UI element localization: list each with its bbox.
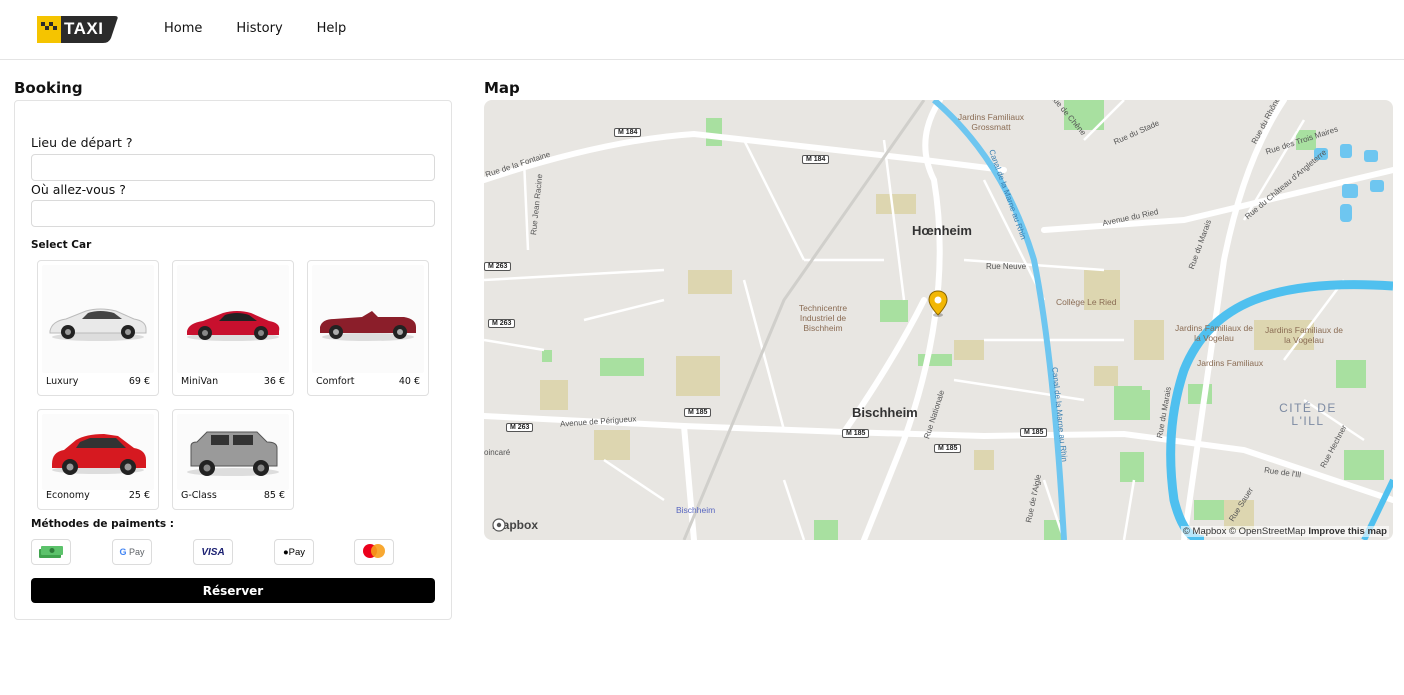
map-poi-label: Technicentre Industriel de Bischheim <box>798 303 848 334</box>
mastercard-icon <box>361 543 387 562</box>
road-number-badge: M 263 <box>506 423 534 432</box>
main-nav: Home History Help <box>164 21 380 36</box>
suv-icon <box>42 414 154 490</box>
booking-panel: Lieu de départ ? Où allez-vous ? Select … <box>14 100 452 620</box>
road-number-badge: M 184 <box>614 128 642 137</box>
car-option-economy[interactable]: Economy 25 € <box>37 409 159 510</box>
attribution-copyright[interactable]: © Mapbox © OpenStreetMap <box>1183 526 1306 537</box>
car-option-comfort[interactable]: Comfort 40 € <box>307 260 429 396</box>
mapbox-icon <box>492 518 506 532</box>
car-option-minivan[interactable]: MiniVan 36 € <box>172 260 294 396</box>
sports-car-icon <box>177 265 289 373</box>
map-poi-label: Jardins Familiaux Grossmatt <box>957 112 1025 133</box>
map-poi-label: Bischheim <box>676 505 716 515</box>
map-poi-label: Collège Le Ried <box>1056 297 1117 307</box>
car-name: Economy <box>46 490 90 501</box>
reserve-button[interactable]: Réserver <box>31 578 435 603</box>
google-pay-icon: G Pay <box>119 547 145 557</box>
payment-mastercard-button[interactable] <box>354 539 394 565</box>
map-street-label: oincaré <box>484 448 511 457</box>
road-number-badge: M 263 <box>484 262 512 271</box>
car-name: Luxury <box>46 376 79 387</box>
car-name: MiniVan <box>181 376 219 387</box>
road-number-badge: M 263 <box>488 319 516 328</box>
nav-history[interactable]: History <box>236 21 282 36</box>
map-poi-label: Jardins Familiaux de la Vogelau <box>1265 325 1343 346</box>
map-view[interactable]: Hœnheim Bischheim Jardins Familiaux Gros… <box>484 100 1393 540</box>
payment-google-pay-button[interactable]: G Pay <box>112 539 152 565</box>
car-price: 85 € <box>263 490 285 501</box>
road-number-badge: M 185 <box>684 408 712 417</box>
car-price: 25 € <box>128 490 150 501</box>
payment-cash-button[interactable] <box>31 539 71 565</box>
map-city-label: Bischheim <box>852 405 918 420</box>
nav-help[interactable]: Help <box>317 21 347 36</box>
payment-apple-pay-button[interactable]: ●Pay <box>274 539 314 565</box>
car-option-luxury[interactable]: Luxury 69 € <box>37 260 159 396</box>
map-attribution: © Mapbox © OpenStreetMap Improve this ma… <box>1180 526 1389 537</box>
car-name: G-Class <box>181 490 217 501</box>
sports-car-icon <box>42 265 154 373</box>
visa-icon: VISA <box>201 546 225 558</box>
map-canvas <box>484 100 1393 540</box>
road-number-badge: M 185 <box>842 429 870 438</box>
destination-input[interactable] <box>31 200 435 227</box>
departure-label: Lieu de départ ? <box>31 135 133 150</box>
road-number-badge: M 184 <box>802 155 830 164</box>
select-car-label: Select Car <box>31 239 92 251</box>
map-title: Map <box>484 79 520 97</box>
offroad-suv-icon <box>177 414 289 490</box>
taxi-logo[interactable]: TAXI <box>37 16 119 43</box>
road-number-badge: M 185 <box>1020 428 1048 437</box>
car-price: 69 € <box>128 376 150 387</box>
car-price: 40 € <box>398 376 420 387</box>
improve-map-link[interactable]: Improve this map <box>1308 526 1387 537</box>
apple-pay-icon: ●Pay <box>282 546 306 558</box>
map-poi-label: Jardins Familiaux <box>1197 358 1264 368</box>
car-price: 36 € <box>263 376 285 387</box>
map-city-label: Hœnheim <box>912 223 972 238</box>
car-name: Comfort <box>316 376 355 387</box>
top-navbar: TAXI Home History Help <box>0 0 1404 60</box>
map-poi-label: Jardins Familiaux de la Vogelau <box>1175 323 1253 344</box>
cash-icon <box>37 543 65 562</box>
car-option-g-class[interactable]: G-Class 85 € <box>172 409 294 510</box>
payment-visa-button[interactable]: VISA <box>193 539 233 565</box>
departure-input[interactable] <box>31 154 435 181</box>
convertible-car-icon <box>312 265 424 373</box>
mapbox-logo[interactable]: mapbox <box>492 518 538 532</box>
road-number-badge: M 185 <box>934 444 962 453</box>
map-district-label: CITÉ DE L'ILL <box>1279 401 1337 429</box>
map-street-label: Rue Neuve <box>986 262 1027 271</box>
booking-title: Booking <box>14 79 83 97</box>
logo-text: TAXI <box>64 19 104 38</box>
nav-home[interactable]: Home <box>164 21 202 36</box>
destination-label: Où allez-vous ? <box>31 182 126 197</box>
payment-methods-label: Méthodes de paiments : <box>31 518 174 530</box>
